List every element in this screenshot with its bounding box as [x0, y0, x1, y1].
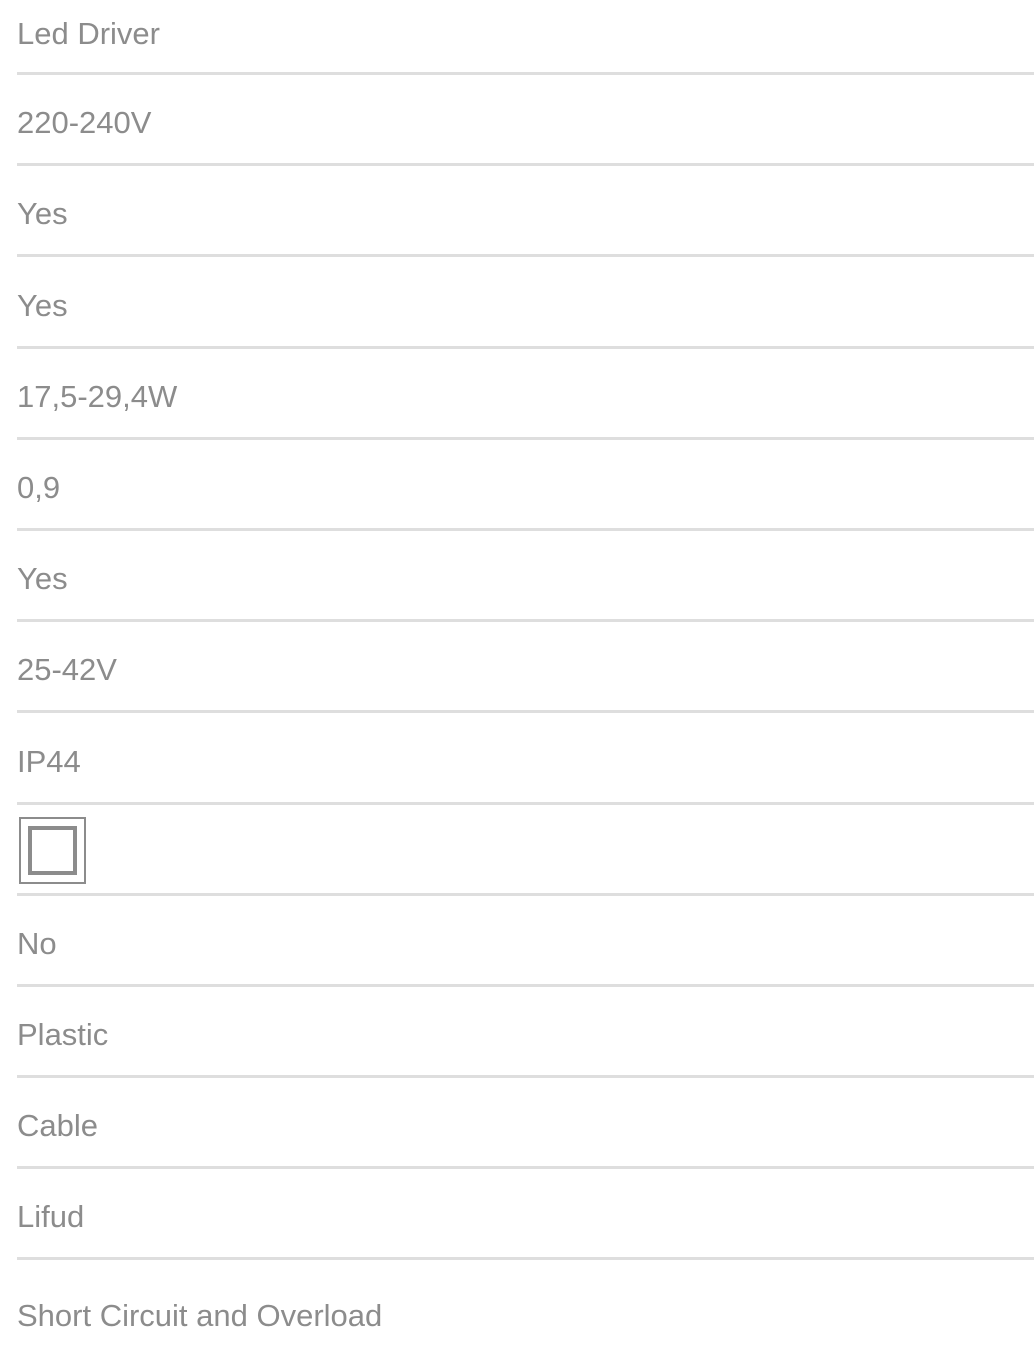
spec-value: IP44: [17, 743, 81, 779]
spec-row-type: Led Driver: [17, 0, 1034, 75]
spec-row: Yes: [17, 166, 1034, 258]
spec-row: Yes: [17, 531, 1034, 623]
spec-value: Short Circuit and Overload: [17, 1297, 383, 1333]
spec-value: Cable: [17, 1108, 98, 1144]
spec-value: Plastic: [17, 1017, 109, 1053]
spec-value: Yes: [17, 561, 68, 597]
spec-row-output-voltage: 25-42V: [17, 622, 1034, 714]
spec-list: Led Driver 220-240V Yes Yes 17,5-29,4W 0…: [0, 0, 1034, 1352]
spec-row-input-voltage: 220-240V: [17, 75, 1034, 167]
spec-row-power: 17,5-29,4W: [17, 349, 1034, 440]
spec-value: No: [17, 925, 57, 961]
spec-value: 17,5-29,4W: [17, 378, 178, 414]
spec-row-material: Plastic: [17, 987, 1034, 1079]
spec-row-power-factor: 0,9: [17, 440, 1034, 531]
spec-row-connection: Cable: [17, 1078, 1034, 1170]
spec-row-brand: Lifud: [17, 1169, 1034, 1261]
spec-row: No: [17, 896, 1034, 987]
class-ii-double-square-icon: [19, 816, 86, 884]
spec-row: Yes: [17, 257, 1034, 349]
spec-value: 25-42V: [17, 652, 117, 688]
spec-value: Lifud: [17, 1199, 85, 1235]
spec-row-protection: Short Circuit and Overload: [17, 1260, 1034, 1351]
spec-value: Led Driver: [17, 16, 160, 51]
spec-value: Yes: [17, 287, 68, 323]
spec-value: 0,9: [17, 469, 61, 505]
spec-value: 220-240V: [17, 105, 152, 141]
spec-value: Yes: [17, 196, 68, 232]
spec-row-ip-rating: IP44: [17, 713, 1034, 805]
spec-row-protection-class: [17, 805, 1034, 896]
